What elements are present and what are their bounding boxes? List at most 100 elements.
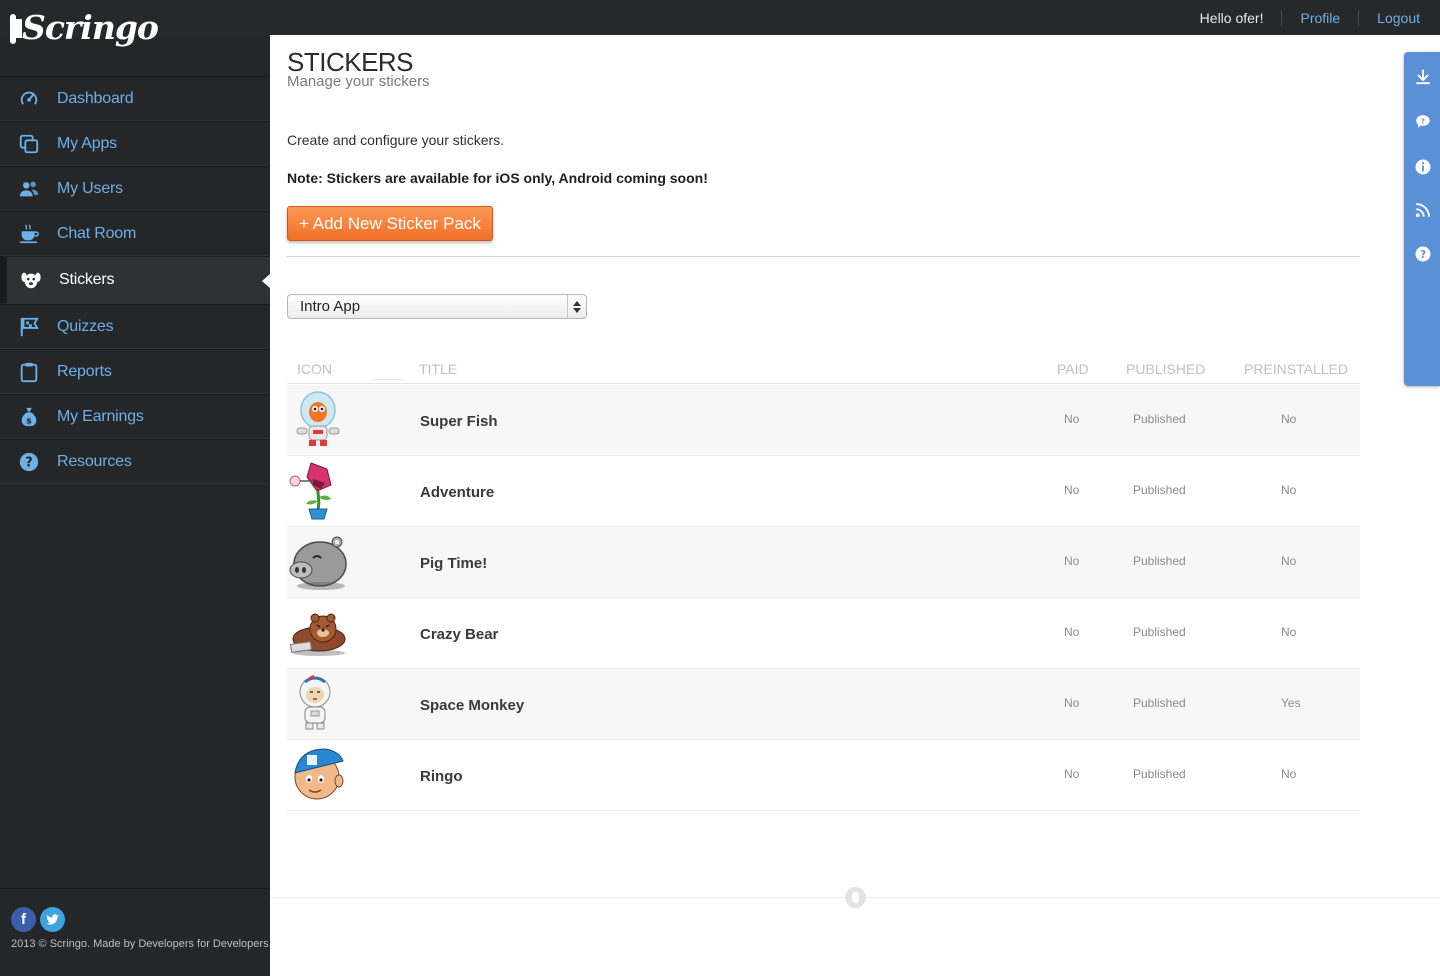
sticker-title[interactable]: Space Monkey [420, 697, 524, 714]
paid-value: No [1064, 696, 1080, 710]
published-value: Published [1133, 767, 1186, 781]
column-header-paid[interactable]: PAID [1057, 361, 1089, 377]
logo-text: Scringo [22, 8, 159, 47]
sidebar-item-label: Chat Room [57, 224, 137, 242]
facebook-icon[interactable]: f [11, 907, 36, 932]
table-header: ICON TITLE PAID PUBLISHED PREINSTALLED [287, 357, 1360, 384]
section-divider [287, 256, 1360, 257]
sticker-dog-icon [20, 269, 42, 291]
flag-icon [18, 316, 40, 338]
dashboard-icon [18, 88, 40, 110]
sidebar-item-my-users[interactable]: My Users [0, 166, 270, 211]
sidebar-item-label: Dashboard [57, 89, 134, 107]
sticker-title[interactable]: Pig Time! [420, 555, 487, 572]
app-select[interactable]: Intro App [287, 294, 587, 319]
intro-text: Create and configure your stickers. [287, 132, 505, 148]
sidebar-item-label: My Earnings [57, 407, 144, 425]
select-arrows-icon [567, 295, 586, 318]
sticker-title[interactable]: Super Fish [420, 413, 498, 430]
adventure-sticker-icon [287, 459, 349, 521]
divider [1281, 10, 1283, 25]
column-header-preinstalled[interactable]: PREINSTALLED [1244, 361, 1348, 377]
sidebar-item-label: My Apps [57, 134, 117, 152]
profile-link[interactable]: Profile [1300, 10, 1340, 26]
pig-sticker-icon [287, 530, 349, 592]
column-header-published[interactable]: PUBLISHED [1126, 361, 1205, 377]
sticker-title[interactable]: Crazy Bear [420, 626, 498, 643]
copyright-text: 2013 © Scringo. Made by Developers for D… [11, 938, 272, 950]
download-icon[interactable] [1413, 67, 1433, 87]
paid-value: No [1064, 483, 1080, 497]
social-links: f [11, 907, 65, 932]
sidebar-item-my-apps[interactable]: My Apps [0, 121, 270, 166]
preinstalled-value: No [1281, 483, 1297, 497]
users-icon [18, 178, 40, 200]
paid-value: No [1064, 767, 1080, 781]
column-header-title[interactable]: TITLE [419, 361, 457, 377]
info-icon[interactable] [1413, 157, 1433, 177]
logout-link[interactable]: Logout [1377, 10, 1420, 26]
space-monkey-sticker-icon [287, 672, 349, 734]
rss-icon[interactable] [1413, 200, 1433, 220]
coffee-cup-icon [18, 223, 40, 245]
sidebar-item-my-earnings[interactable]: $ My Earnings [0, 394, 270, 439]
sidebar-footer-divider [0, 888, 270, 889]
sidebar-item-quizzes[interactable]: Quizzes [0, 304, 270, 349]
table-row[interactable]: Crazy Bear No Published No [287, 598, 1360, 669]
top-bar: Scringo Hello ofer! Profile Logout [0, 0, 1440, 47]
sticker-table-body: Super Fish No Published No Adventure No … [287, 385, 1360, 811]
svg-text:?: ? [1420, 249, 1426, 261]
chat-bubble-icon[interactable]: ? [1413, 112, 1433, 132]
apps-icon [18, 133, 40, 155]
published-value: Published [1133, 696, 1186, 710]
money-bag-icon: $ [18, 406, 40, 428]
published-value: Published [1133, 412, 1186, 426]
sidebar-item-label: Stickers [59, 271, 115, 288]
sidebar-item-label: My Users [57, 179, 123, 197]
sidebar-item-label: Resources [57, 452, 132, 470]
column-header-icon: ICON [297, 361, 332, 377]
page-subtitle: Manage your stickers [287, 73, 430, 90]
greeting-text: Hello ofer! [1199, 9, 1264, 26]
paid-value: No [1064, 412, 1080, 426]
super-fish-sticker-icon [287, 388, 349, 450]
published-value: Published [1133, 483, 1186, 497]
table-row[interactable]: Super Fish No Published No [287, 385, 1360, 456]
bear-sticker-icon [287, 601, 349, 663]
help-icon[interactable]: ? [1413, 244, 1433, 264]
scringo-logo[interactable]: Scringo [10, 8, 159, 58]
sidebar-item-dashboard[interactable]: Dashboard [0, 76, 270, 121]
divider [1358, 10, 1360, 25]
table-row[interactable]: Ringo No Published No [287, 740, 1360, 811]
header-divider [373, 379, 403, 380]
sidebar-item-chat-room[interactable]: Chat Room [0, 211, 270, 256]
main-content: STICKERS Manage your stickers Create and… [270, 35, 1440, 976]
table-row[interactable]: Space Monkey No Published Yes [287, 669, 1360, 740]
published-value: Published [1133, 554, 1186, 568]
preinstalled-value: No [1281, 412, 1297, 426]
twitter-icon[interactable] [40, 907, 65, 932]
sidebar-item-stickers[interactable]: Stickers [0, 256, 270, 304]
preinstalled-value: No [1281, 767, 1297, 781]
table-row[interactable]: Pig Time! No Published No [287, 527, 1360, 598]
published-value: Published [1133, 625, 1186, 639]
sticker-title[interactable]: Ringo [420, 768, 463, 785]
help-icon: ? [18, 451, 40, 473]
add-sticker-pack-button[interactable]: + Add New Sticker Pack [287, 206, 493, 241]
sidebar-item-label: Reports [57, 362, 112, 380]
svg-text:?: ? [1421, 118, 1425, 126]
sidebar-item-reports[interactable]: Reports [0, 349, 270, 394]
ringo-sticker-icon [287, 743, 349, 805]
preinstalled-value: Yes [1281, 696, 1301, 710]
table-row[interactable]: Adventure No Published No [287, 456, 1360, 527]
sidebar-item-label: Quizzes [57, 317, 114, 335]
right-toolbar: ? ? [1404, 52, 1440, 386]
sticker-title[interactable]: Adventure [420, 484, 494, 501]
sidebar-item-resources[interactable]: ? Resources [0, 439, 270, 484]
loading-spinner-icon [845, 887, 866, 908]
paid-value: No [1064, 554, 1080, 568]
svg-text:$: $ [26, 415, 32, 425]
sidebar-nav: Dashboard My Apps My Users Chat Room Sti… [0, 76, 270, 484]
clipboard-icon [18, 361, 40, 383]
top-links: Hello ofer! Profile Logout [1200, 0, 1420, 35]
